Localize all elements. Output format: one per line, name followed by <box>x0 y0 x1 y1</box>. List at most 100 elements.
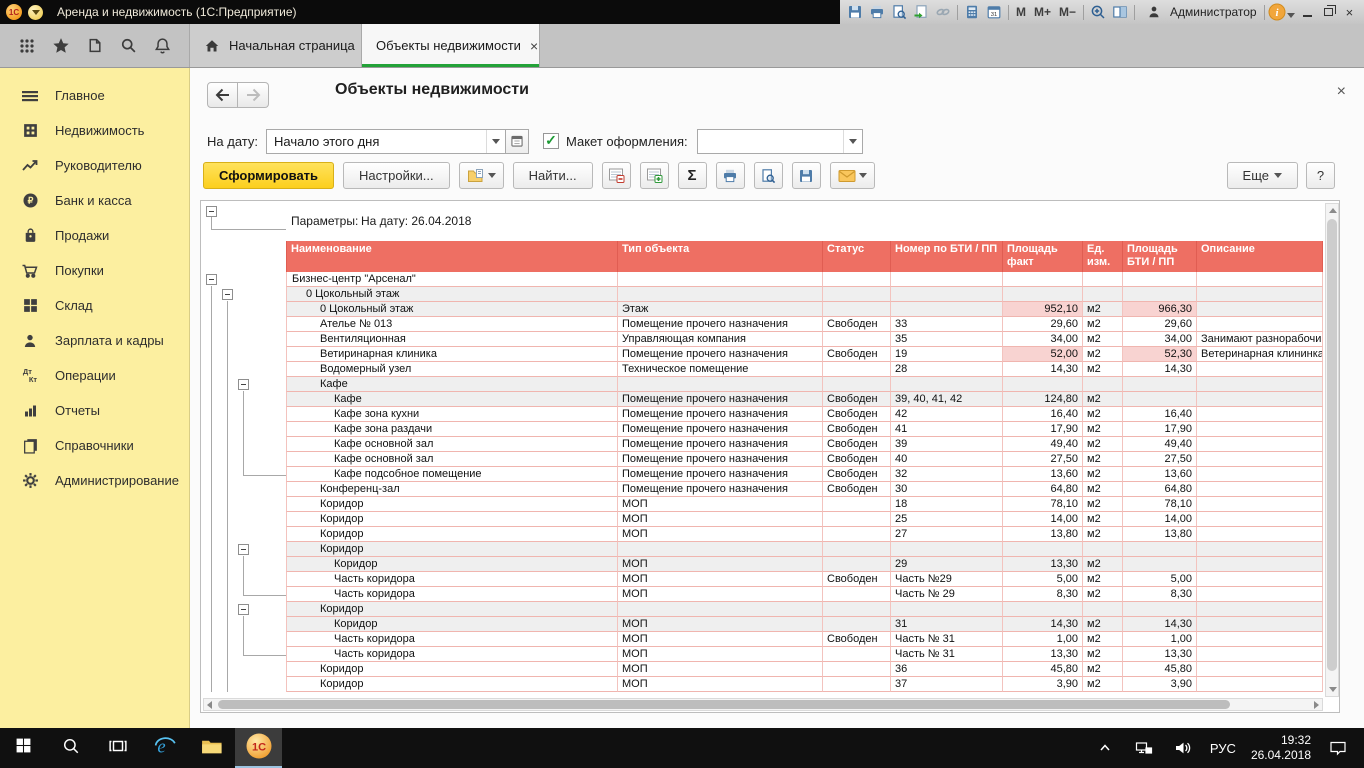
taskbar-app-onec[interactable]: 1С <box>235 728 282 768</box>
cell-number[interactable]: 39, 40, 41, 42 <box>891 392 1003 407</box>
cell-unit[interactable]: м2 <box>1083 482 1123 497</box>
cell-type[interactable] <box>618 272 823 287</box>
cell-description[interactable] <box>1197 527 1323 542</box>
cell-unit[interactable]: м2 <box>1083 302 1123 317</box>
cell-number[interactable]: 31 <box>891 617 1003 632</box>
cell-description[interactable] <box>1197 617 1323 632</box>
cell-type[interactable]: МОП <box>618 497 823 512</box>
cell-status[interactable] <box>823 662 891 677</box>
cell-number[interactable] <box>891 377 1003 392</box>
link-icon[interactable] <box>932 2 954 22</box>
tab-home[interactable]: Начальная страница <box>190 24 362 67</box>
tab-real-estate-objects[interactable]: Объекты недвижимости × <box>362 24 540 67</box>
cell-number[interactable]: Часть № 31 <box>891 647 1003 662</box>
cell-name[interactable]: Кафе <box>286 392 618 407</box>
cell-type[interactable]: МОП <box>618 527 823 542</box>
cell-name[interactable]: Ветиринарная клиника <box>286 347 618 362</box>
cell-number[interactable]: 39 <box>891 437 1003 452</box>
cell-name[interactable]: Вентиляционная <box>286 332 618 347</box>
cell-description[interactable] <box>1197 287 1323 302</box>
cell-area-bti[interactable]: 29,60 <box>1123 317 1197 332</box>
info-dropdown-icon[interactable] <box>1287 13 1295 18</box>
chevron-down-icon[interactable] <box>486 130 505 153</box>
table-row[interactable]: ВентиляционнаяУправляющая компания3534,0… <box>286 332 1323 347</box>
cell-area-bti[interactable] <box>1123 392 1197 407</box>
cell-unit[interactable]: м2 <box>1083 572 1123 587</box>
cell-area-fact[interactable]: 49,40 <box>1003 437 1083 452</box>
table-row[interactable]: КоридорМОП2713,80м213,80 <box>286 527 1323 542</box>
cell-name[interactable]: Часть коридора <box>286 647 618 662</box>
cell-name[interactable]: Часть коридора <box>286 632 618 647</box>
scroll-left-icon[interactable] <box>207 701 212 709</box>
cell-type[interactable]: МОП <box>618 662 823 677</box>
sidebar-item-realty[interactable]: Недвижимость <box>0 113 189 148</box>
cell-area-bti[interactable] <box>1123 557 1197 572</box>
cell-number[interactable]: 41 <box>891 422 1003 437</box>
cell-area-fact[interactable] <box>1003 272 1083 287</box>
memory-button[interactable]: М <box>1012 5 1030 19</box>
cell-description[interactable] <box>1197 602 1323 617</box>
cell-area-bti[interactable]: 5,00 <box>1123 572 1197 587</box>
cell-description[interactable] <box>1197 587 1323 602</box>
cell-unit[interactable]: м2 <box>1083 662 1123 677</box>
cell-area-fact[interactable]: 5,00 <box>1003 572 1083 587</box>
cell-number[interactable]: Часть № 31 <box>891 632 1003 647</box>
cell-status[interactable] <box>823 602 891 617</box>
cell-unit[interactable] <box>1083 272 1123 287</box>
cell-area-fact[interactable]: 952,10 <box>1003 302 1083 317</box>
cell-unit[interactable]: м2 <box>1083 347 1123 362</box>
cell-area-bti[interactable]: 27,50 <box>1123 452 1197 467</box>
cell-area-fact[interactable]: 14,30 <box>1003 362 1083 377</box>
cell-unit[interactable]: м2 <box>1083 452 1123 467</box>
settings-button[interactable]: Настройки... <box>343 162 450 189</box>
cell-description[interactable]: Занимают разнорабочи <box>1197 332 1323 347</box>
forward-button[interactable] <box>238 82 269 108</box>
table-row[interactable]: Кафе основной залПомещение прочего назна… <box>286 437 1323 452</box>
cell-area-bti[interactable]: 13,80 <box>1123 527 1197 542</box>
cell-status[interactable] <box>823 287 891 302</box>
cell-area-bti[interactable]: 14,30 <box>1123 362 1197 377</box>
cell-number[interactable]: 29 <box>891 557 1003 572</box>
cell-type[interactable]: Помещение прочего назначения <box>618 317 823 332</box>
cell-description[interactable] <box>1197 542 1323 557</box>
cell-name[interactable]: Кафе основной зал <box>286 437 618 452</box>
favorites-star-icon[interactable] <box>49 34 73 58</box>
cell-name[interactable]: Ателье № 013 <box>286 317 618 332</box>
restore-button[interactable] <box>1318 2 1339 22</box>
table-row[interactable]: КоридорМОП3114,30м214,30 <box>286 617 1323 632</box>
taskbar-app-start[interactable] <box>0 728 47 768</box>
cell-area-bti[interactable]: 1,00 <box>1123 632 1197 647</box>
cell-description[interactable] <box>1197 422 1323 437</box>
cell-number[interactable]: 35 <box>891 332 1003 347</box>
cell-unit[interactable]: м2 <box>1083 677 1123 692</box>
cell-description[interactable] <box>1197 632 1323 647</box>
table-row[interactable]: Коридор <box>286 602 1323 617</box>
vertical-scrollbar[interactable] <box>1325 203 1339 697</box>
cell-number[interactable]: 42 <box>891 407 1003 422</box>
preview-icon[interactable] <box>888 2 910 22</box>
cell-type[interactable]: МОП <box>618 587 823 602</box>
vertical-scroll-thumb[interactable] <box>1327 219 1337 671</box>
cell-type[interactable]: МОП <box>618 677 823 692</box>
cell-area-bti[interactable]: 49,40 <box>1123 437 1197 452</box>
scroll-up-icon[interactable] <box>1329 208 1337 213</box>
cell-area-fact[interactable]: 29,60 <box>1003 317 1083 332</box>
cell-number[interactable] <box>891 602 1003 617</box>
cell-number[interactable] <box>891 287 1003 302</box>
cell-type[interactable]: Помещение прочего назначения <box>618 467 823 482</box>
cell-area-bti[interactable]: 13,30 <box>1123 647 1197 662</box>
table-row[interactable]: КоридорМОП1878,10м278,10 <box>286 497 1323 512</box>
cell-number[interactable]: 28 <box>891 362 1003 377</box>
cell-type[interactable]: Помещение прочего назначения <box>618 347 823 362</box>
cell-area-fact[interactable]: 3,90 <box>1003 677 1083 692</box>
layout-checkbox[interactable]: ✓ <box>543 133 559 149</box>
language-indicator[interactable]: РУС <box>1210 741 1236 756</box>
cell-status[interactable] <box>823 272 891 287</box>
cell-description[interactable] <box>1197 662 1323 677</box>
cell-number[interactable]: 33 <box>891 317 1003 332</box>
cell-name[interactable]: Часть коридора <box>286 572 618 587</box>
table-row[interactable]: Ветиринарная клиникаПомещение прочего на… <box>286 347 1323 362</box>
chevron-down-icon[interactable] <box>843 130 862 153</box>
cell-area-fact[interactable]: 16,40 <box>1003 407 1083 422</box>
cell-description[interactable] <box>1197 647 1323 662</box>
